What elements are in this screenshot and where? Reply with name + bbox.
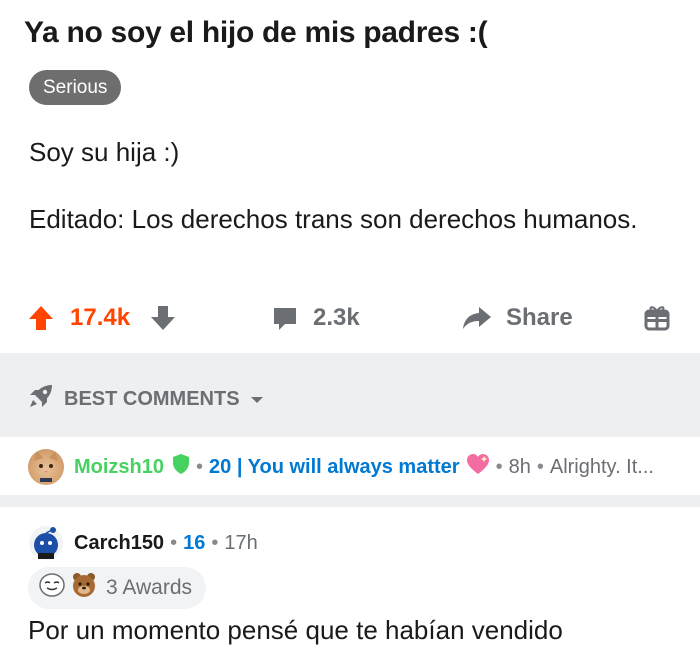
- award-face-icon: [38, 572, 66, 604]
- separator-dot: •: [211, 531, 219, 554]
- gift-icon: [643, 304, 671, 332]
- separator-dot: •: [536, 455, 544, 478]
- comment-score: 16: [183, 531, 206, 554]
- share-arrow-icon: [462, 304, 492, 332]
- sort-label: BEST COMMENTS: [64, 387, 240, 410]
- rocket-icon: [28, 383, 54, 415]
- shield-icon: [172, 453, 190, 481]
- downvote-arrow-icon: [150, 304, 176, 332]
- comment-time: 17h: [224, 531, 258, 554]
- post-actions-bar: 17.4k 2.3k Share: [0, 296, 700, 340]
- post-body-line2: Editado: Los derechos trans son derechos…: [29, 204, 638, 234]
- separator-dot: •: [170, 531, 178, 554]
- comment-count: 2.3k: [313, 304, 360, 331]
- sort-dropdown[interactable]: BEST COMMENTS: [28, 383, 264, 415]
- comment-time: 8h: [508, 455, 531, 478]
- upvote-count: 17.4k: [70, 304, 131, 331]
- comment: Carch150 • 16 • 17h 3 Awards Por un mome…: [0, 507, 700, 663]
- user-flair: 20 | You will always matter: [209, 455, 460, 478]
- separator-dot: •: [196, 455, 204, 478]
- avatar[interactable]: [28, 525, 64, 561]
- award-bear-icon: [70, 571, 98, 605]
- comment-username[interactable]: Moizsh10: [74, 456, 164, 479]
- upvote-button[interactable]: 17.4k: [28, 296, 130, 340]
- comment-text: Por un momento pensé que te habían vendi…: [28, 615, 563, 645]
- downvote-button[interactable]: [150, 296, 176, 340]
- comments-button[interactable]: 2.3k: [271, 296, 360, 340]
- share-label: Share: [506, 304, 573, 331]
- share-button[interactable]: Share: [462, 296, 573, 340]
- chevron-down-icon: [250, 388, 264, 411]
- comment-username[interactable]: Carch150: [74, 532, 164, 555]
- comment-bubble-icon: [271, 304, 299, 332]
- separator-dot: •: [495, 455, 503, 478]
- comment-header: Carch150 • 16 • 17h: [28, 525, 258, 561]
- heart-icon: [466, 453, 490, 481]
- flair-badge[interactable]: Serious: [29, 70, 122, 105]
- avatar[interactable]: [28, 449, 64, 485]
- comment-header: Moizsh10 • 20 | You will always matter •…: [28, 449, 654, 485]
- comment-divider: [0, 495, 700, 507]
- post-title: Ya no soy el hijo de mis padres :(: [24, 16, 488, 49]
- award-button[interactable]: [643, 296, 671, 340]
- comment-preview: Alrighty. It...: [549, 455, 654, 478]
- upvote-arrow-icon: [28, 304, 54, 332]
- post-body-line1: Soy su hija :): [29, 137, 180, 167]
- awards-pill[interactable]: 3 Awards: [28, 567, 206, 609]
- comment-collapsed[interactable]: Moizsh10 • 20 | You will always matter •…: [0, 437, 700, 495]
- awards-label: 3 Awards: [106, 576, 192, 599]
- sort-bar: BEST COMMENTS: [0, 353, 700, 437]
